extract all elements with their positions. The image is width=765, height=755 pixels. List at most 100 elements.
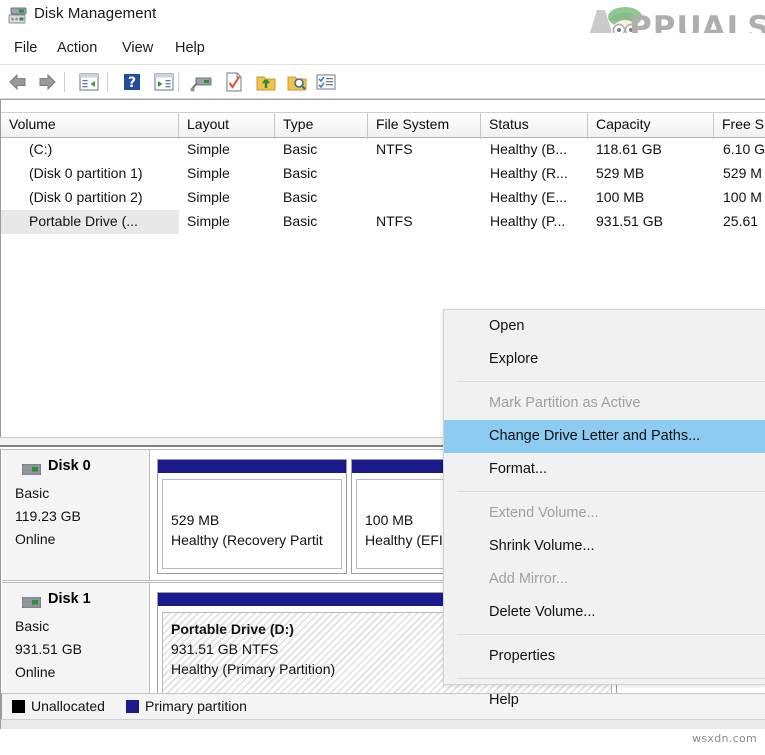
cell-capacity: 100 MB <box>596 189 645 205</box>
column-header-capacity[interactable]: Capacity <box>588 113 714 139</box>
cell-free-space: 6.10 G <box>723 141 765 157</box>
menu-separator <box>457 678 765 679</box>
menu-item-open[interactable]: Open <box>444 310 765 343</box>
toolbar-separator <box>178 72 179 92</box>
cell-free-space: 529 M <box>723 165 762 181</box>
disk-size: 931.51 GB <box>15 641 82 657</box>
table-row[interactable]: (Disk 0 partition 1) Simple Basic Health… <box>1 162 765 186</box>
disk-name: Disk 1 <box>48 591 91 607</box>
volume-list-rows: (C:) Simple Basic NTFS Healthy (B... 118… <box>1 138 765 234</box>
cell-layout: Simple <box>187 165 230 181</box>
context-menu: Open Explore Mark Partition as Active Ch… <box>443 309 765 708</box>
task-list-icon[interactable] <box>314 71 338 93</box>
table-row[interactable]: (Disk 0 partition 2) Simple Basic Health… <box>1 186 765 210</box>
disk-type: Basic <box>15 618 50 634</box>
disk-state: Online <box>15 531 56 547</box>
svg-text:?: ? <box>128 75 136 91</box>
menu-separator <box>457 634 765 635</box>
disk-info-disk-0: Disk 0 Basic 119.23 GB Online <box>2 450 150 580</box>
cell-volume[interactable]: Portable Drive (... <box>1 210 179 234</box>
cell-type: Basic <box>283 141 318 157</box>
show-action-pane-icon[interactable] <box>152 71 176 93</box>
cell-file-system <box>376 186 481 210</box>
disk-size: 119.23 GB <box>15 508 81 524</box>
partition-details: 529 MB Healthy (Recovery Partit <box>162 479 342 569</box>
volume-list-header: Volume Layout Type File System Status Ca… <box>1 112 765 139</box>
properties-icon[interactable] <box>222 71 246 93</box>
column-header-volume[interactable]: Volume <box>1 113 179 139</box>
toolbar-separator <box>64 72 65 92</box>
cell-type: Basic <box>283 189 318 205</box>
status-bar <box>1 719 765 729</box>
column-header-file-system[interactable]: File System <box>368 113 481 139</box>
cell-file-system: NTFS <box>376 213 413 229</box>
menu-bar: File Action View Help <box>0 33 765 65</box>
cell-status: Healthy (B... <box>490 141 568 157</box>
bottom-watermark-text: wsxdn.com <box>692 732 757 745</box>
cell-volume[interactable]: (C:) <box>1 138 179 162</box>
help-icon[interactable]: ? <box>120 71 144 93</box>
disk-drive-icon <box>22 464 41 475</box>
export-list-icon[interactable] <box>254 71 278 93</box>
back-arrow-icon[interactable] <box>6 71 30 93</box>
column-header-type[interactable]: Type <box>275 113 368 139</box>
menu-item-properties[interactable]: Properties <box>444 640 765 673</box>
menu-item-explore[interactable]: Explore <box>444 343 765 376</box>
window-title: Disk Management <box>34 5 157 22</box>
legend-label: Primary partition <box>145 698 247 714</box>
partition-color-bar <box>158 460 346 474</box>
legend-label: Unallocated <box>31 698 105 714</box>
menu-item-extend-volume: Extend Volume... <box>489 505 599 521</box>
cell-file-system: NTFS <box>376 141 413 157</box>
cell-status: Healthy (R... <box>490 165 568 181</box>
forward-arrow-icon[interactable] <box>35 71 59 93</box>
rescan-disks-icon[interactable] <box>190 71 214 93</box>
cell-type: Basic <box>283 165 318 181</box>
cell-volume[interactable]: (Disk 0 partition 2) <box>1 186 179 210</box>
legend-swatch-unallocated <box>12 700 25 713</box>
cell-capacity: 529 MB <box>596 165 645 181</box>
disk-name: Disk 0 <box>48 458 91 474</box>
partition-block[interactable]: 529 MB Healthy (Recovery Partit <box>157 459 347 574</box>
show-console-tree-icon[interactable] <box>77 71 101 93</box>
menubar-item-file[interactable]: File <box>10 38 41 58</box>
cell-layout: Simple <box>187 141 230 157</box>
search-folder-icon[interactable] <box>285 71 309 93</box>
menu-item-format[interactable]: Format... <box>444 453 765 486</box>
menubar-item-view[interactable]: View <box>118 38 157 58</box>
column-header-status[interactable]: Status <box>481 113 588 139</box>
cell-capacity: 118.61 GB <box>596 141 662 157</box>
cell-type: Basic <box>283 213 318 229</box>
partition-status: Healthy (Recovery Partit <box>171 532 323 548</box>
table-row[interactable]: (C:) Simple Basic NTFS Healthy (B... 118… <box>1 138 765 162</box>
column-header-free-space[interactable]: Free S <box>714 113 765 139</box>
menu-item-add-mirror: Add Mirror... <box>489 571 568 587</box>
title-bar: Disk Management <box>0 0 765 33</box>
disk-state: Online <box>15 664 56 680</box>
cell-volume[interactable]: (Disk 0 partition 1) <box>1 162 179 186</box>
menu-item-help[interactable]: Help <box>444 684 765 717</box>
legend-item-primary-partition: Primary partition <box>126 698 247 714</box>
menu-item-delete-volume[interactable]: Delete Volume... <box>444 596 765 629</box>
menu-item-shrink-volume[interactable]: Shrink Volume... <box>444 530 765 563</box>
cell-layout: Simple <box>187 189 230 205</box>
cell-file-system <box>376 162 481 186</box>
cell-free-space: 25.61 <box>723 213 759 229</box>
legend-item-unallocated: Unallocated <box>12 698 105 714</box>
legend-swatch-primary-partition <box>126 700 139 713</box>
menubar-item-help[interactable]: Help <box>171 38 209 58</box>
cell-status: Healthy (E... <box>490 189 568 205</box>
cell-status: Healthy (P... <box>490 213 566 229</box>
toolbar-separator <box>107 72 108 92</box>
menubar-item-action[interactable]: Action <box>53 38 101 58</box>
menu-separator <box>457 381 765 382</box>
toolbar: ? <box>0 65 765 99</box>
menu-item-change-drive-letter-and-paths[interactable]: Change Drive Letter and Paths... <box>444 420 765 453</box>
partition-size: 529 MB <box>171 512 220 528</box>
cell-layout: Simple <box>187 213 230 229</box>
table-row[interactable]: Portable Drive (... Simple Basic NTFS He… <box>1 210 765 234</box>
disk-type: Basic <box>15 485 50 501</box>
disk-management-icon <box>8 7 27 24</box>
cell-free-space: 100 M <box>723 189 762 205</box>
column-header-layout[interactable]: Layout <box>179 113 275 139</box>
